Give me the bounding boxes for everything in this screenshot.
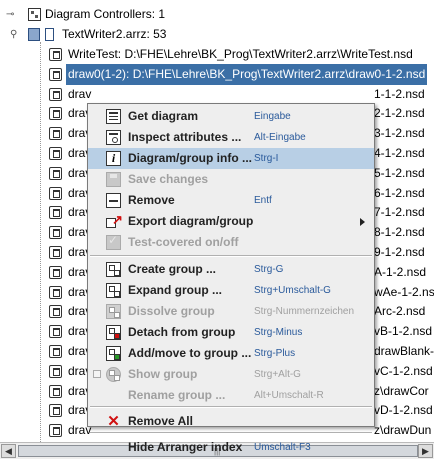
submenu-arrow-icon	[360, 218, 365, 226]
diagram-icon	[49, 345, 62, 358]
diagram-label-tail: 4-1-2.nsd	[374, 146, 425, 160]
menu-item-remove-all[interactable]: ✕ Remove All	[88, 411, 374, 432]
diagram-label: drav	[68, 86, 92, 101]
show-group-icon	[106, 367, 121, 382]
scroll-right-button[interactable]: ▶	[418, 444, 433, 458]
diagram-label-tail: 7-1-2.nsd	[374, 205, 425, 220]
menu-item-rename-group[interactable]: Rename group ... Alt+Umschalt-R	[88, 385, 374, 406]
diagram-label-tail: drawBlank-	[374, 344, 434, 358]
diagram-label: WriteTest: D:\FHE\Lehre\BK_Prog\TextWrit…	[68, 47, 413, 61]
diagram-icon	[49, 265, 62, 279]
menu-item-detach-from-group[interactable]: Detach from group Strg-Minus	[88, 322, 374, 343]
menu-item-remove[interactable]: Remove Entf	[88, 190, 374, 211]
checkbox-icon	[93, 370, 101, 378]
diagram-icon	[49, 67, 62, 81]
diagram-icon	[49, 384, 62, 398]
menu-item-add-move-to-group[interactable]: Add/move to group ... Strg-Plus	[88, 343, 374, 364]
get-diagram-icon	[106, 109, 121, 124]
diagram-label-tail: Arc-2.nsd	[374, 304, 426, 319]
menu-item-expand-group[interactable]: Expand group ... Strg+Umschalt-G	[88, 280, 374, 301]
diagram-icon	[49, 87, 62, 101]
info-icon: i	[106, 151, 121, 166]
diagram-label-tail: 9-1-2.nsd	[374, 245, 425, 259]
menu-item-show-group[interactable]: Show group Strg+Alt-G	[88, 364, 374, 385]
diagram-label-tail: vC-1-2.nsd	[374, 363, 433, 378]
diagram-label-tail: z\drawCor	[374, 383, 429, 398]
diagram-icon	[49, 127, 62, 141]
diagram-icon	[49, 186, 62, 200]
menu-separator	[90, 432, 372, 434]
menu-separator	[90, 406, 372, 408]
detach-group-icon	[106, 325, 121, 340]
diagram-label-tail: 8-1-2.nsd	[374, 225, 425, 240]
diagram-row[interactable]: WriteTest: D:\FHE\Lehre\BK_Prog\TextWrit…	[0, 44, 434, 65]
diagram-label-tail: 5-1-2.nsd	[374, 165, 425, 180]
diagram-icon	[49, 206, 62, 220]
menu-item-export-diagram-group[interactable]: ↗ Export diagram/group	[88, 211, 374, 232]
remove-all-icon: ✕	[107, 413, 120, 430]
diagram-label-tail: vD-1-2.nsd	[374, 403, 433, 418]
diagram-icon	[49, 48, 62, 61]
diagram-label-tail: 3-1-2.nsd	[374, 126, 425, 141]
diagram-label-tail: vB-1-2.nsd	[374, 324, 433, 339]
expand-group-icon	[106, 283, 121, 298]
diagram-icon	[49, 325, 62, 339]
diagram-icon	[49, 166, 62, 180]
diagram-label-tail: 2-1-2.nsd	[374, 106, 425, 121]
diagram-icon	[49, 285, 62, 299]
diagram-icon	[49, 246, 62, 259]
diagram-label: draw0(1-2): D:\FHE\Lehre\BK_Prog\TextWri…	[66, 63, 428, 85]
test-covered-icon: ✓	[106, 233, 121, 250]
save-icon	[106, 172, 121, 187]
tree-controller-label: TextWriter2.arrz: 53	[62, 27, 167, 41]
diagram-row[interactable]: drav 1-1-2.nsd	[0, 84, 434, 105]
menu-item-dissolve-group[interactable]: Dissolve group Strg-Nummernzeichen	[88, 301, 374, 322]
diagram-icon	[49, 364, 62, 378]
diagram-row[interactable]: draw0(1-2): D:\FHE\Lehre\BK_Prog\TextWri…	[0, 63, 434, 85]
add-to-group-icon	[106, 346, 121, 361]
tree-root-label: Diagram Controllers: 1	[45, 7, 166, 21]
diagram-label-tail: z\drawDun	[374, 423, 432, 438]
diagram-icon	[49, 424, 62, 438]
create-group-icon	[106, 262, 121, 277]
dissolve-group-icon	[106, 304, 121, 319]
diagram-icon	[49, 107, 62, 121]
diagram-label-tail: 1-1-2.nsd	[374, 86, 425, 101]
diagram-label-tail: wAe-1-2.nsd	[374, 284, 434, 299]
menu-item-inspect-attributes[interactable]: Inspect attributes ... Alt-Eingabe	[88, 127, 374, 148]
diagram-icon	[49, 404, 62, 418]
scroll-left-button[interactable]: ◀	[1, 444, 16, 458]
controller-page-icon	[45, 28, 54, 41]
diagram-icon	[49, 226, 62, 240]
expand-handle-icon[interactable]: ⊸	[6, 4, 14, 25]
collapse-handle-icon[interactable]: ⚲	[10, 24, 17, 45]
diagram-icon	[49, 147, 62, 160]
inspect-attributes-icon	[106, 130, 121, 145]
diagram-controllers-icon	[28, 8, 41, 21]
remove-icon	[106, 193, 121, 208]
context-menu: Get diagram Eingabe Inspect attributes .…	[87, 103, 375, 454]
menu-item-create-group[interactable]: Create group ... Strg-G	[88, 259, 374, 280]
controller-cube-icon	[28, 28, 40, 41]
diagram-label-tail: A-1-2.nsd	[374, 264, 427, 279]
menu-item-test-covered[interactable]: ✓ Test-covered on/off	[88, 232, 374, 253]
menu-separator	[90, 255, 372, 257]
menu-item-hide-arranger-index[interactable]: Hide Arranger index Umschalt-F3	[88, 437, 374, 458]
menu-item-get-diagram[interactable]: Get diagram Eingabe	[88, 106, 374, 127]
diagram-icon	[49, 305, 62, 319]
menu-item-save-changes[interactable]: Save changes	[88, 169, 374, 190]
menu-item-diagram-group-info[interactable]: i Diagram/group info ... Strg-I	[88, 148, 374, 169]
diagram-label-tail: 6-1-2.nsd	[374, 185, 425, 200]
export-icon: ↗	[106, 212, 123, 229]
